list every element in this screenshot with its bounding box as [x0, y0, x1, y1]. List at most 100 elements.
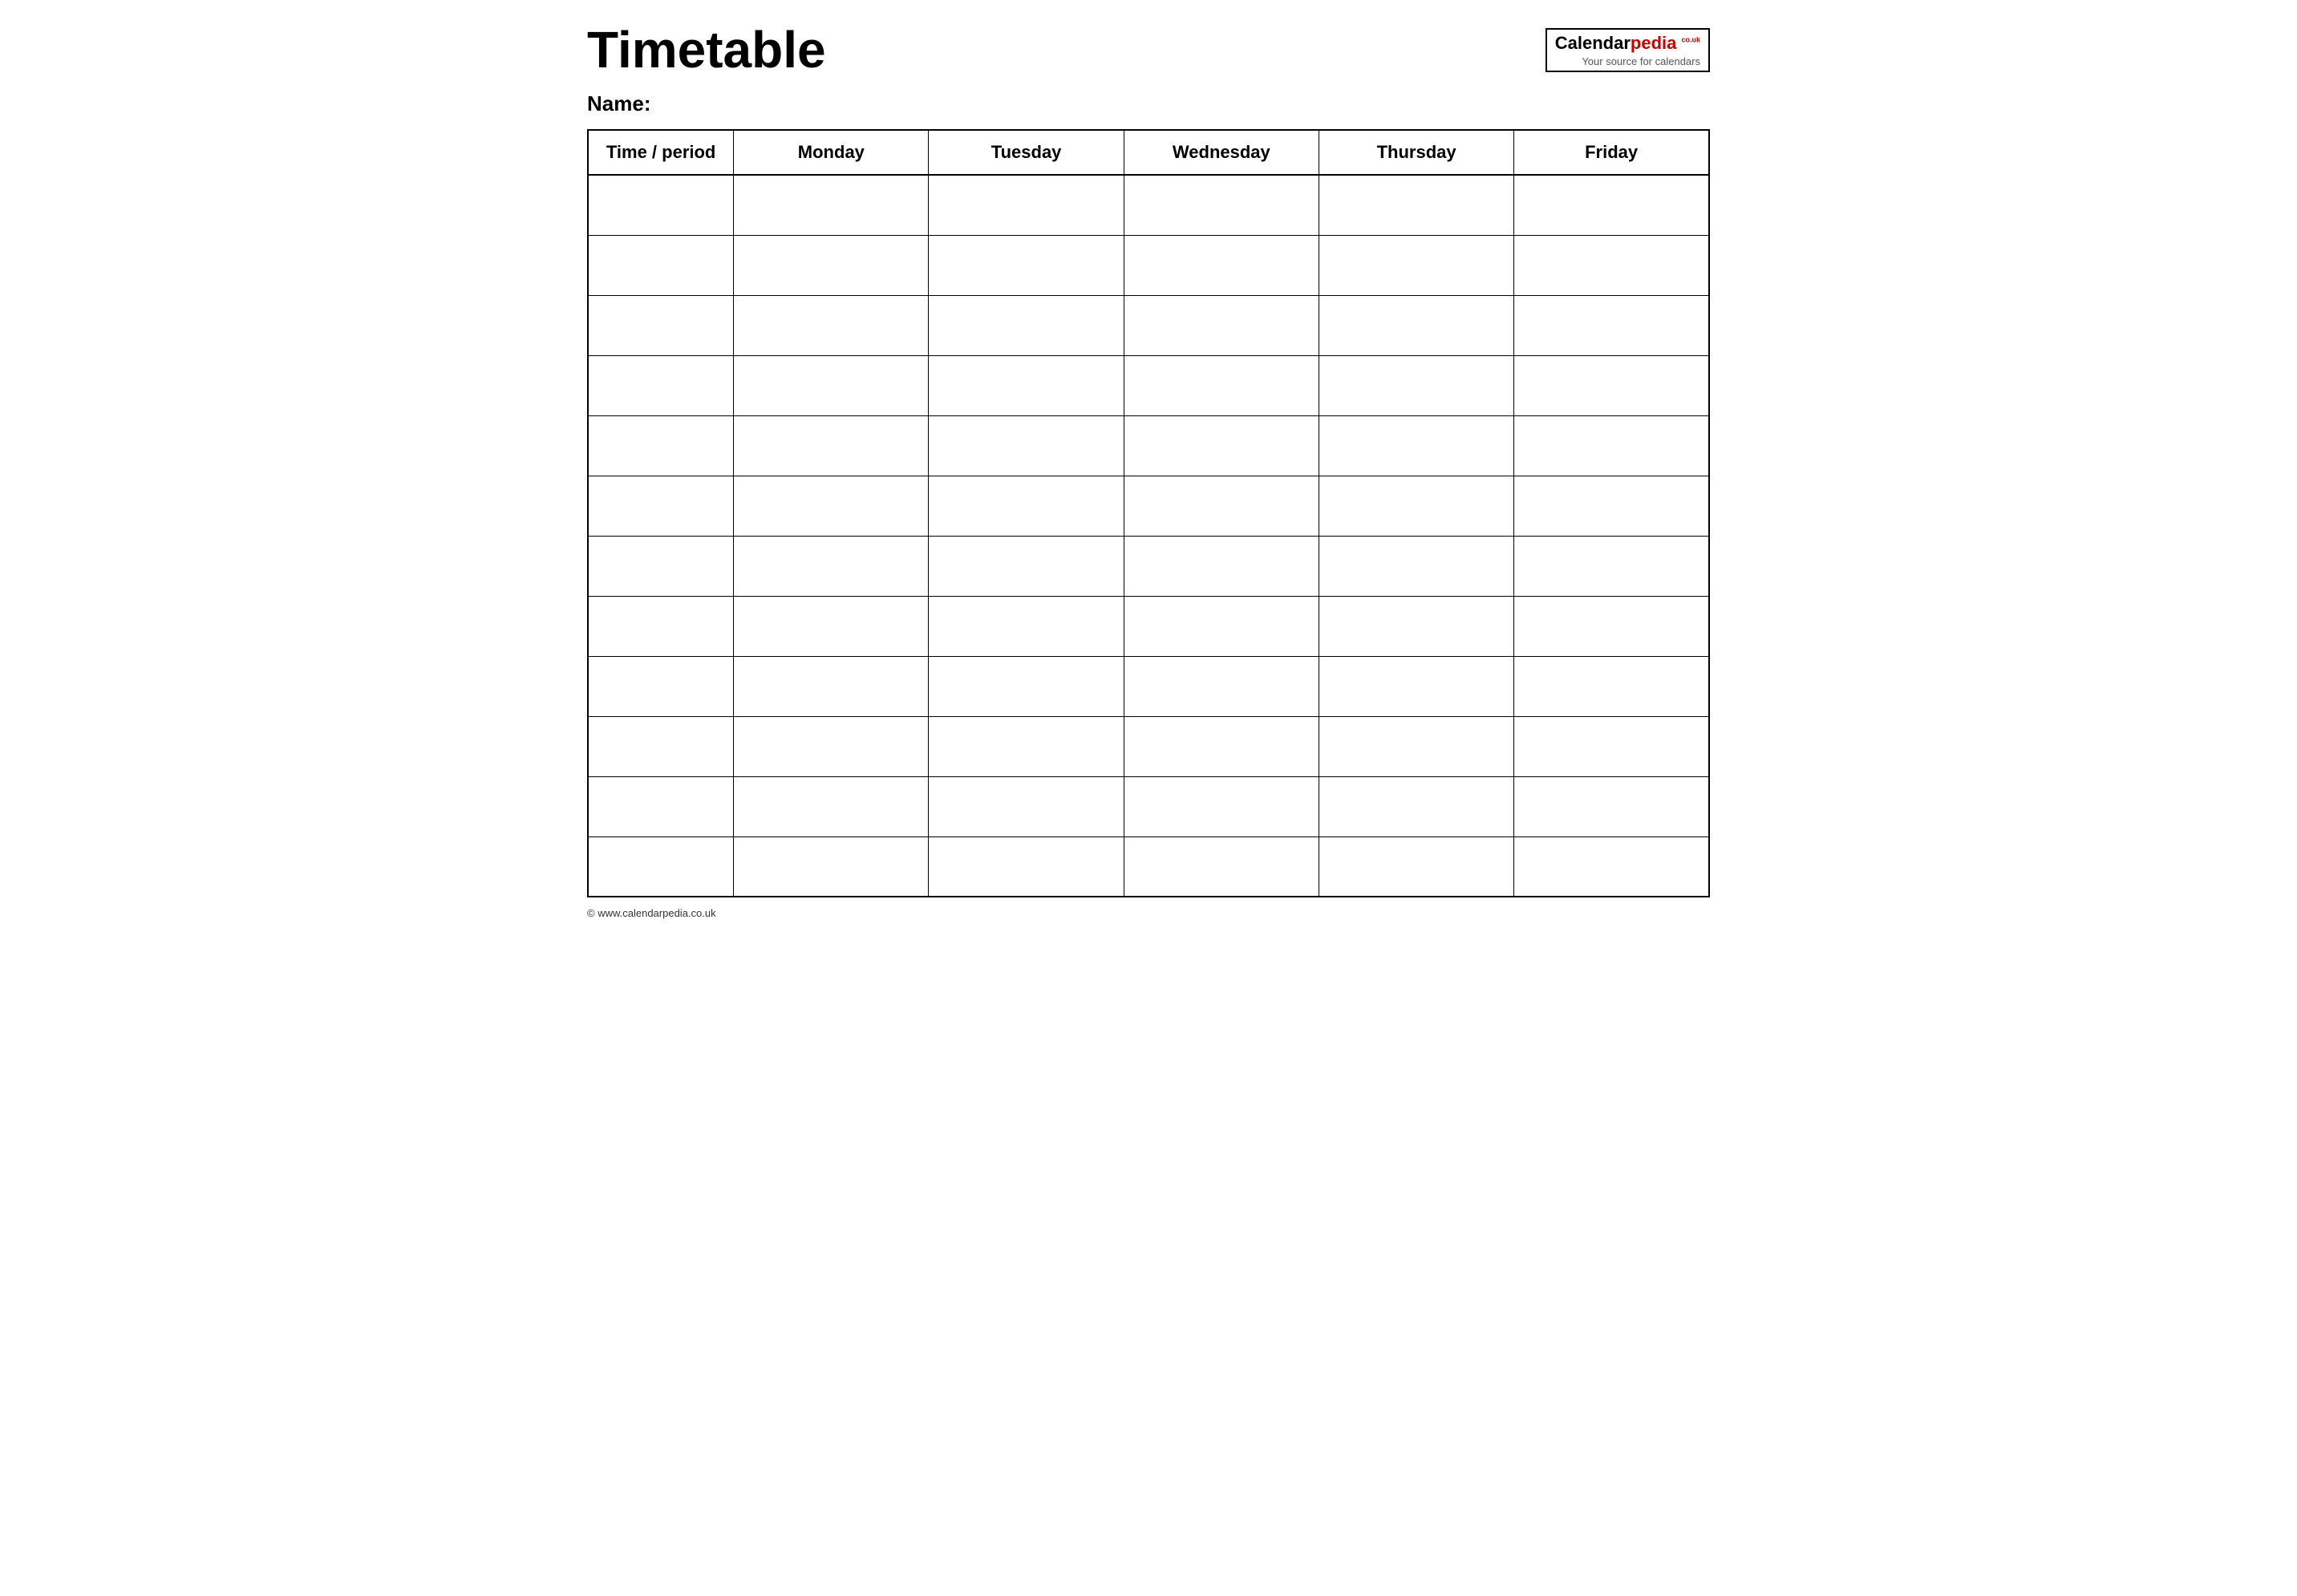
table-cell[interactable]: [1514, 656, 1709, 716]
table-cell[interactable]: [1124, 295, 1319, 355]
table-cell[interactable]: [588, 355, 734, 415]
logo-box: Calendarpedia co.uk Your source for cale…: [1546, 28, 1710, 72]
footer: © www.calendarpedia.co.uk: [587, 907, 1710, 919]
table-cell[interactable]: [1319, 716, 1513, 776]
table-row: [588, 536, 1709, 596]
table-cell[interactable]: [1124, 596, 1319, 656]
col-header-wednesday: Wednesday: [1124, 130, 1319, 175]
timetable: Time / period Monday Tuesday Wednesday T…: [587, 129, 1710, 897]
table-cell[interactable]: [1514, 836, 1709, 897]
name-row: Name:: [587, 91, 1710, 116]
table-cell[interactable]: [734, 716, 929, 776]
page-title: Timetable: [587, 24, 826, 75]
col-header-time: Time / period: [588, 130, 734, 175]
table-row: [588, 235, 1709, 295]
table-row: [588, 596, 1709, 656]
table-cell[interactable]: [1514, 716, 1709, 776]
table-row: [588, 175, 1709, 235]
table-cell[interactable]: [1124, 536, 1319, 596]
table-row: [588, 776, 1709, 836]
table-cell[interactable]: [734, 596, 929, 656]
logo-calendar: Calendarpedia co.uk: [1555, 33, 1700, 53]
logo-area: Calendarpedia co.uk Your source for cale…: [1546, 24, 1710, 72]
table-cell[interactable]: [929, 776, 1124, 836]
table-cell[interactable]: [734, 355, 929, 415]
table-cell[interactable]: [1319, 596, 1513, 656]
table-cell[interactable]: [588, 536, 734, 596]
table-cell[interactable]: [929, 355, 1124, 415]
table-cell[interactable]: [1124, 716, 1319, 776]
table-cell[interactable]: [929, 536, 1124, 596]
table-cell[interactable]: [1514, 235, 1709, 295]
table-header-row: Time / period Monday Tuesday Wednesday T…: [588, 130, 1709, 175]
table-cell[interactable]: [1319, 175, 1513, 235]
table-cell[interactable]: [734, 415, 929, 476]
table-cell[interactable]: [734, 836, 929, 897]
table-cell[interactable]: [734, 295, 929, 355]
table-cell[interactable]: [734, 776, 929, 836]
col-header-thursday: Thursday: [1319, 130, 1513, 175]
table-cell[interactable]: [734, 175, 929, 235]
table-cell[interactable]: [1514, 415, 1709, 476]
table-cell[interactable]: [734, 476, 929, 536]
table-row: [588, 415, 1709, 476]
table-cell[interactable]: [588, 295, 734, 355]
table-cell[interactable]: [929, 716, 1124, 776]
table-cell[interactable]: [1514, 596, 1709, 656]
table-cell[interactable]: [588, 836, 734, 897]
table-cell[interactable]: [929, 235, 1124, 295]
table-cell[interactable]: [1124, 776, 1319, 836]
table-cell[interactable]: [1124, 415, 1319, 476]
table-cell[interactable]: [929, 295, 1124, 355]
table-cell[interactable]: [1514, 355, 1709, 415]
table-cell[interactable]: [588, 716, 734, 776]
table-row: [588, 716, 1709, 776]
table-cell[interactable]: [1319, 355, 1513, 415]
logo-subtitle: Your source for calendars: [1555, 55, 1700, 67]
table-cell[interactable]: [1319, 235, 1513, 295]
table-cell[interactable]: [1124, 175, 1319, 235]
table-cell[interactable]: [1319, 476, 1513, 536]
table-cell[interactable]: [1514, 536, 1709, 596]
table-cell[interactable]: [929, 415, 1124, 476]
table-cell[interactable]: [588, 776, 734, 836]
table-cell[interactable]: [588, 415, 734, 476]
table-cell[interactable]: [588, 656, 734, 716]
table-cell[interactable]: [1124, 836, 1319, 897]
table-cell[interactable]: [1319, 415, 1513, 476]
table-cell[interactable]: [734, 536, 929, 596]
table-cell[interactable]: [929, 596, 1124, 656]
footer-url: © www.calendarpedia.co.uk: [587, 907, 716, 919]
col-header-monday: Monday: [734, 130, 929, 175]
page-wrapper: Timetable Calendarpedia co.uk Your sourc…: [587, 24, 1710, 919]
table-cell[interactable]: [929, 476, 1124, 536]
table-cell[interactable]: [1124, 656, 1319, 716]
table-cell[interactable]: [1514, 776, 1709, 836]
table-row: [588, 355, 1709, 415]
table-cell[interactable]: [1514, 175, 1709, 235]
table-row: [588, 476, 1709, 536]
table-cell[interactable]: [1514, 476, 1709, 536]
name-label: Name:: [587, 91, 650, 115]
table-cell[interactable]: [588, 476, 734, 536]
col-header-friday: Friday: [1514, 130, 1709, 175]
table-cell[interactable]: [1124, 476, 1319, 536]
table-cell[interactable]: [734, 235, 929, 295]
table-cell[interactable]: [734, 656, 929, 716]
table-cell[interactable]: [1319, 836, 1513, 897]
table-cell[interactable]: [1319, 536, 1513, 596]
table-cell[interactable]: [588, 175, 734, 235]
table-cell[interactable]: [929, 656, 1124, 716]
table-cell[interactable]: [1124, 235, 1319, 295]
table-cell[interactable]: [588, 235, 734, 295]
table-cell[interactable]: [1319, 776, 1513, 836]
col-header-tuesday: Tuesday: [929, 130, 1124, 175]
table-cell[interactable]: [1124, 355, 1319, 415]
table-cell[interactable]: [1319, 656, 1513, 716]
table-cell[interactable]: [588, 596, 734, 656]
table-cell[interactable]: [929, 836, 1124, 897]
table-row: [588, 295, 1709, 355]
table-cell[interactable]: [929, 175, 1124, 235]
table-cell[interactable]: [1319, 295, 1513, 355]
table-cell[interactable]: [1514, 295, 1709, 355]
